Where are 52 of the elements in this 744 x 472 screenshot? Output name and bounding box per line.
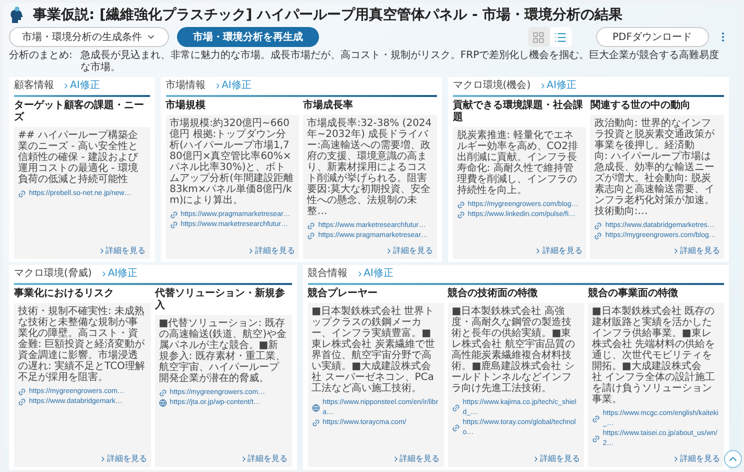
card-text: ■日本製鉄株式会社 既存の建材販路と実績を活かしたインフラ供給事業。■東レ株式会社 先端材料の供給を通じ、次世代モビリティを開拓。■大成建設株式会社 インフラ全体の設計施工を請け負うソリューション事業。 bbox=[592, 306, 716, 405]
card-text: ■日本製鉄株式会社 高強度・高耐久な鋼管の製造技術と長年の供給実績。■東レ株式会社 航空宇宙品質の高性能炭素繊維複合材料技術。■鹿島建設株式会社 シールドトンネルなどインフラ向け先進工法技術。 bbox=[452, 306, 576, 394]
card-title: 競合プレーヤー bbox=[308, 288, 379, 300]
details-link[interactable]: 詳細を見る bbox=[672, 453, 720, 464]
card-title: 代替ソリューション・新規参入 bbox=[154, 288, 286, 312]
bulb-head-icon bbox=[9, 6, 25, 24]
card-text: ■日本製鉄株式会社 世界トップクラスの鉄鋼メーカー、インフラ実績豊富。■東レ株式会社 炭素繊維で世界首位、航空宇宙分野で高い実績。■大成建設株式会社 スーパーゼネコン、PCa工法など高い施工技術。 bbox=[312, 306, 436, 394]
details-link[interactable]: 詳細を見る bbox=[384, 245, 433, 256]
card-text: 市場規模:約320億円~660億円 根拠:トップダウン分析(ハイパーループ市場1,780億円×真空管比率60%×パネル比率30%)と、ボトムアップ分析(年間建設距離83km×パネル単価8億円/km)により算出。 bbox=[170, 118, 294, 206]
section-label: マクロ環境(脅威) bbox=[14, 268, 92, 280]
details-link[interactable]: 詳細を見る bbox=[247, 245, 296, 256]
section-label: マクロ環境(機会) bbox=[452, 80, 531, 92]
ai-edit-link[interactable]: AI修正 bbox=[538, 80, 576, 92]
chevron-right-icon bbox=[62, 82, 70, 90]
section-label: 競合情報 bbox=[308, 268, 348, 280]
card-title: 事業化におけるリスク bbox=[14, 288, 115, 300]
details-link[interactable]: 詳細を見る bbox=[392, 453, 440, 464]
card-text: 政治動向: 世界的なインフラ投資と脱炭素交通政策が事業を後押し。経済動向: ハイパーループ市場は急成長、効率的な輸送ニーズが増大。社会動向: 脱炭素志向と高速輸送需要、インフラ老朽化対策が加速。技術動向:… bbox=[594, 118, 716, 217]
card-text: ## ハイパーループ構築企業のニーズ - 高い安全性と信頼性の確保 - 建設および運用コストの最適化 - 環境負荷の低減と持続可能性 bbox=[18, 130, 140, 185]
card-title: ターゲット顧客の課題・ニーズ bbox=[14, 100, 145, 124]
details-link[interactable]: 詳細を見る bbox=[98, 453, 147, 464]
card-title: 競合の技術面の特徴 bbox=[448, 288, 539, 300]
ai-edit-link[interactable]: AI修正 bbox=[356, 268, 394, 280]
summary-text: 急成長が見込まれ、非常に魅力的な市場。成長市場だが、高コスト・規制がリスク。FRPで差別化し機会を掴む。巨大企業が競合する高難易度な市場。 bbox=[80, 50, 720, 74]
conditions-dropdown[interactable]: 市場・環境分析の生成条件 bbox=[9, 27, 169, 47]
grid-view-toggle[interactable] bbox=[528, 27, 550, 47]
page-title: 事業仮説: [繊維強化プラスチック] ハイパーループ用真空管体パネル - 市場・環境分析の結果 bbox=[33, 6, 623, 24]
card-title: 貢献できる環境課題・社会課題 bbox=[452, 100, 584, 124]
card-title: 関連する世の中の動向 bbox=[590, 100, 692, 112]
list-icon bbox=[554, 30, 568, 44]
ai-edit-link[interactable]: AI修正 bbox=[214, 80, 252, 92]
details-link[interactable]: 詳細を見る bbox=[532, 453, 580, 464]
card-title: 市場成長率 bbox=[303, 100, 354, 112]
card-text: 技術・規制不確実性: 未成熟な技術と未整備な規制が事業化の障壁。高コスト・資金難: 巨額投資と経済変動が資金調達に影響。市場浸透の遅れ: 実績不足とTCO理解不足が採用を阻害。 bbox=[18, 306, 146, 383]
card-title: 競合の事業面の特徴 bbox=[588, 288, 679, 300]
card-text: 脱炭素推進: 軽量化でエネルギー効率を高め、CO2排出削減に貢献。インフラ長寿命化: 高耐久性で維持管理費を削減し、インフラの持続性を向上。 bbox=[456, 130, 580, 196]
ai-edit-link[interactable]: AI修正 bbox=[62, 80, 100, 92]
summary-label: 分析のまとめ: bbox=[9, 50, 72, 63]
list-view-toggle[interactable] bbox=[550, 27, 572, 47]
card-title: 市場規模 bbox=[166, 100, 207, 112]
card-text: 市場成長率:32-38% (2024年~2032年) 成長ドライバー:高速輸送への需要増、政府の支援、環境意識の高まり、新素材採用によるコスト削減が挙げられる。阻害要因:莫大な初期投資、安全性への懸念、法規制の未整… bbox=[307, 118, 433, 217]
grid-icon bbox=[532, 30, 546, 44]
pdf-download-button[interactable]: PDFダウンロード bbox=[596, 27, 709, 47]
details-link[interactable]: 詳細を見る bbox=[534, 245, 582, 256]
ai-edit-link[interactable]: AI修正 bbox=[100, 268, 138, 280]
regenerate-button[interactable]: 市場・環境分析を再生成 bbox=[177, 27, 319, 47]
details-link[interactable]: 詳細を見る bbox=[98, 245, 146, 256]
section-label: 顧客情報 bbox=[14, 80, 54, 92]
details-link[interactable]: 詳細を見る bbox=[672, 245, 720, 256]
card-text: ■代替ソリューション: 既存の高速輸送(鉄道、航空)や金属パネルが主な競合。■新規参入: 既存素材・重工業、航空宇宙、ハイパーループ開発企業が潜在的脅威。 bbox=[158, 318, 288, 384]
details-link[interactable]: 詳細を見る bbox=[240, 453, 288, 464]
section-label: 市場情報 bbox=[166, 80, 206, 92]
